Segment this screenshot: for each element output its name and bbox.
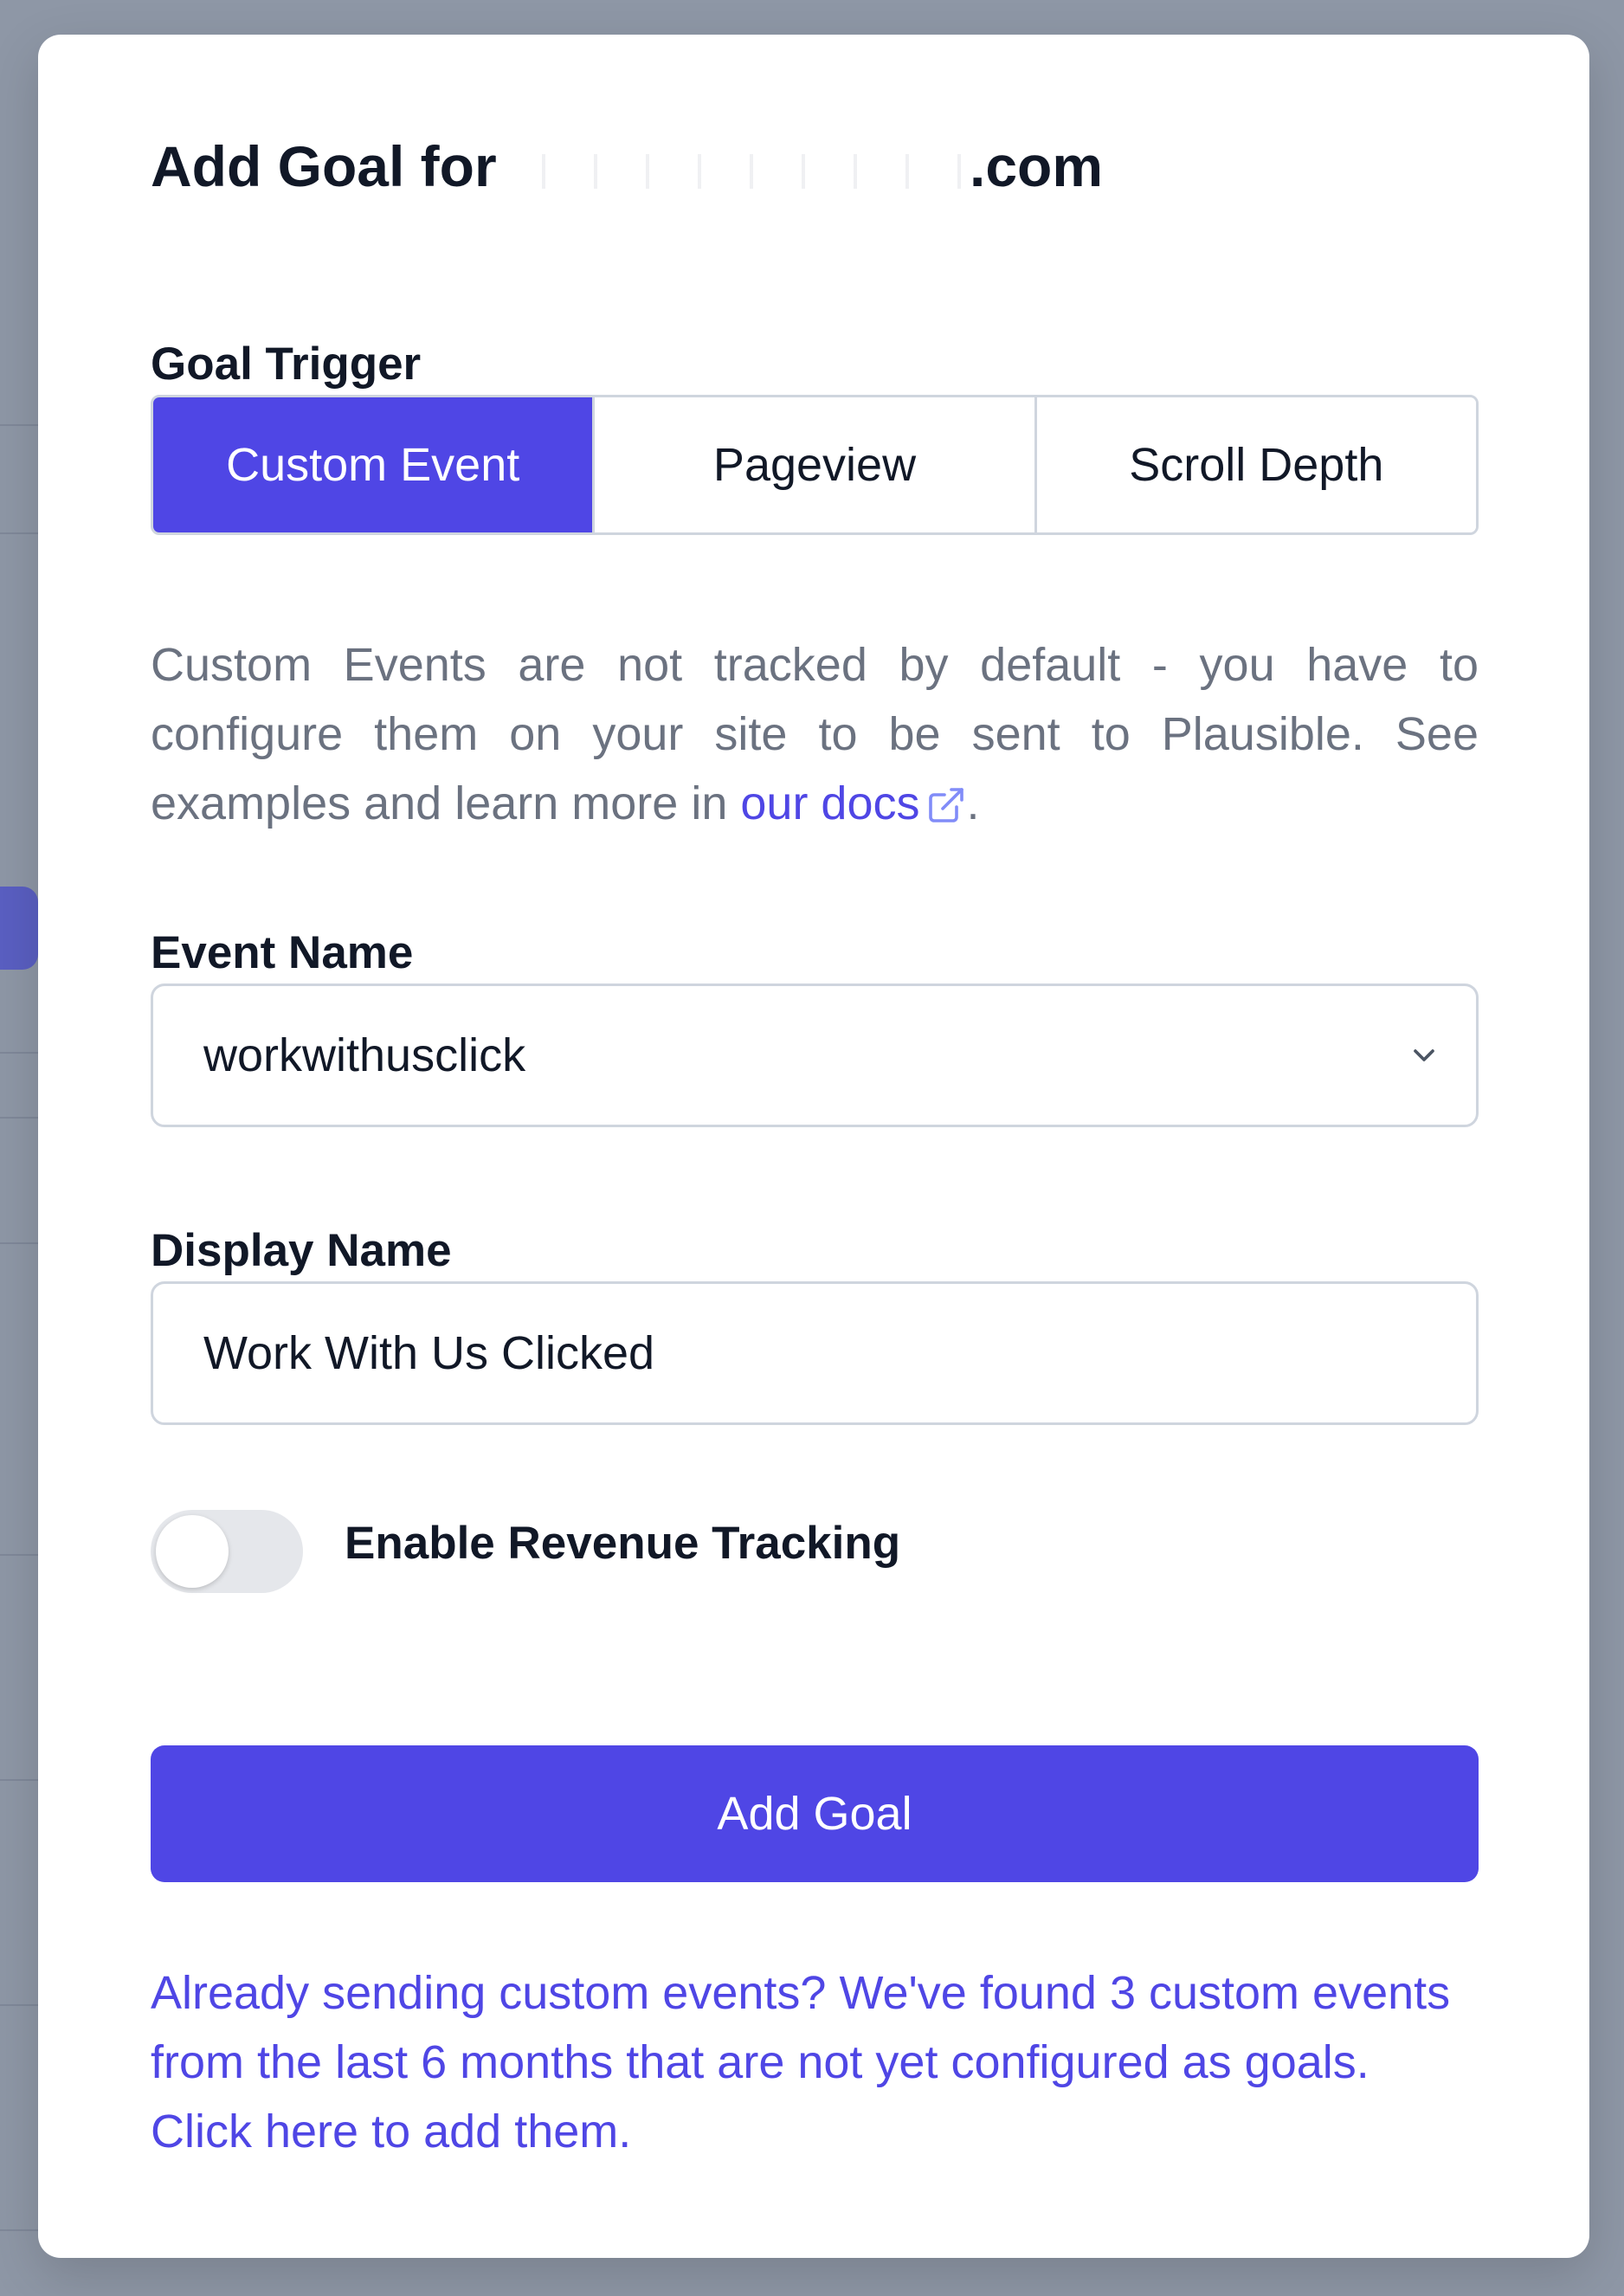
toggle-knob (156, 1515, 229, 1588)
display-name-input[interactable]: Work With Us Clicked (151, 1281, 1479, 1425)
event-name-label: Event Name (151, 927, 414, 978)
modal-title-prefix: Add Goal for (151, 134, 497, 198)
custom-event-help-text: Custom Events are not tracked by default… (151, 630, 1479, 838)
background-button (0, 887, 38, 970)
event-name-select[interactable]: workwithusclick (151, 984, 1479, 1127)
help-text-suffix: . (966, 777, 980, 829)
event-name-value: workwithusclick (203, 1029, 526, 1081)
modal-title-suffix: .com (970, 134, 1104, 198)
external-link-icon (928, 788, 963, 822)
revenue-tracking-toggle[interactable] (151, 1510, 303, 1593)
trigger-option-custom-event[interactable]: Custom Event (153, 397, 596, 532)
modal-title: Add Goal for .com (151, 130, 1103, 204)
add-found-events-link[interactable]: Already sending custom events? We've fou… (151, 1958, 1479, 2166)
goal-trigger-segmented-control: Custom Event Pageview Scroll Depth (151, 395, 1479, 535)
docs-link-label: our docs (740, 777, 920, 829)
display-name-label: Display Name (151, 1225, 452, 1276)
add-goal-modal: Add Goal for .com Goal Trigger Custom Ev… (38, 35, 1589, 2258)
add-goal-button[interactable]: Add Goal (151, 1745, 1479, 1882)
trigger-option-scroll-depth[interactable]: Scroll Depth (1036, 397, 1476, 532)
goal-trigger-label: Goal Trigger (151, 339, 422, 390)
chevron-down-icon (1414, 1049, 1434, 1061)
docs-link[interactable]: our docs (740, 777, 966, 829)
revenue-tracking-label: Enable Revenue Tracking (345, 1518, 901, 1569)
display-name-value: Work With Us Clicked (203, 1327, 655, 1379)
redacted-domain (516, 153, 966, 189)
trigger-option-pageview[interactable]: Pageview (595, 397, 1037, 532)
